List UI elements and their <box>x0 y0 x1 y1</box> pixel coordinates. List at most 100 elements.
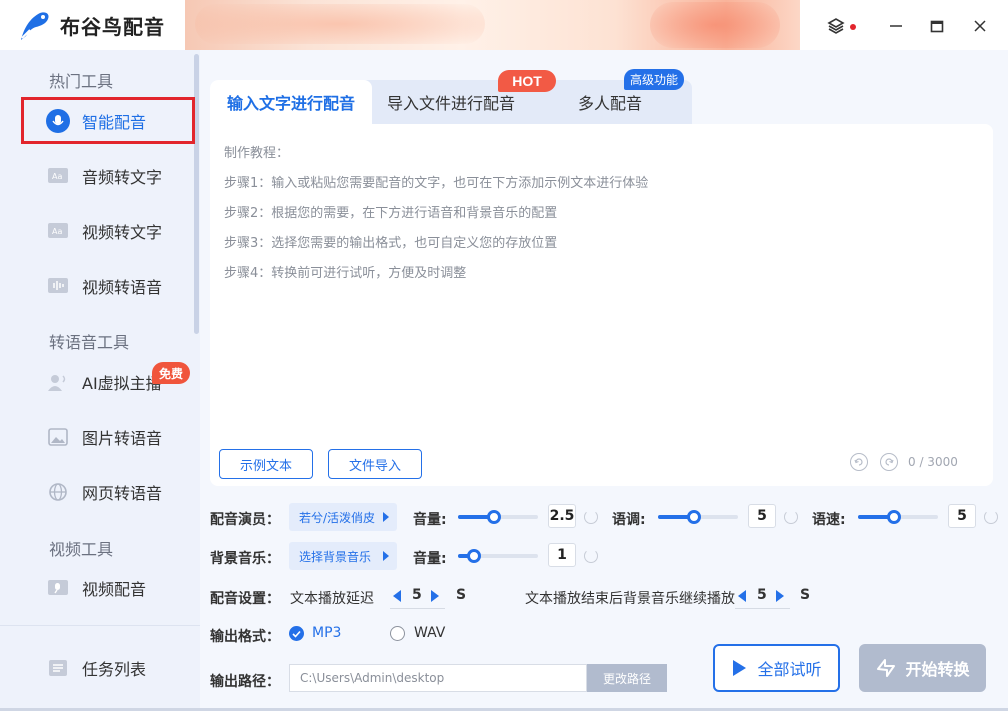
sidebar-item-task-list[interactable]: 任务列表 <box>46 648 196 688</box>
delay-unit: S <box>456 587 467 603</box>
play-icon <box>733 660 747 676</box>
free-badge: 免费 <box>152 362 190 384</box>
continue-value[interactable]: 5 <box>757 587 767 603</box>
format-label: 输出格式： <box>210 629 280 645</box>
preview-all-button[interactable]: 全部试听 <box>713 644 840 692</box>
video-text-icon: Aa <box>46 219 70 243</box>
minimize-icon[interactable] <box>884 14 908 38</box>
sidebar-item-smart-dub[interactable]: 智能配音 <box>46 101 196 141</box>
wav-radio[interactable] <box>390 626 405 641</box>
voice-label: 配音演员： <box>210 512 280 528</box>
sidebar-item-video-dub[interactable]: 视频配音 <box>46 568 196 608</box>
bgm-label: 背景音乐： <box>210 551 280 567</box>
pitch-value[interactable]: 5 <box>748 504 776 528</box>
sidebar-item-label: 智能配音 <box>82 113 147 132</box>
reset-icon[interactable] <box>584 549 598 563</box>
volume-thumb[interactable] <box>487 510 501 524</box>
voice-select[interactable]: 若兮/活泼俏皮 <box>289 503 397 531</box>
output-path-input[interactable]: C:\Users\Admin\desktop <box>289 664 587 692</box>
tab-input-text[interactable]: 输入文字进行配音 <box>210 80 372 124</box>
image-icon <box>46 425 70 449</box>
preview-all-label: 全部试听 <box>757 660 822 679</box>
svg-text:Aa: Aa <box>52 172 62 181</box>
chevron-right-icon <box>383 551 389 561</box>
speed-thumb[interactable] <box>887 510 901 524</box>
sidebar-item-label: 任务列表 <box>82 660 147 679</box>
start-convert-label: 开始转换 <box>905 660 970 679</box>
svg-text:Aa: Aa <box>52 227 62 236</box>
sidebar-item-video-to-text[interactable]: Aa 视频转文字 <box>46 211 196 251</box>
sidebar-item-label: 网页转语音 <box>82 484 163 503</box>
reset-icon[interactable] <box>584 510 598 524</box>
mic-icon <box>46 109 70 133</box>
pitch-label: 语调: <box>612 512 646 528</box>
convert-icon <box>877 659 896 677</box>
guide-title: 制作教程： <box>224 146 290 161</box>
globe-icon <box>46 480 70 504</box>
guide-step: 步骤1：输入或粘贴您需要配音的文字，也可在下方添加示例文本进行体验 <box>224 176 649 191</box>
sidebar-item-audio-to-text[interactable]: Aa 音频转文字 <box>46 156 196 196</box>
banner-decoration <box>650 2 780 48</box>
banner-decoration <box>195 4 485 44</box>
wav-label[interactable]: WAV <box>414 625 445 641</box>
bgm-volume-label: 音量: <box>413 551 447 567</box>
decrease-delay-icon[interactable] <box>393 590 401 602</box>
audio-text-icon: Aa <box>46 164 70 188</box>
speed-value[interactable]: 5 <box>948 504 976 528</box>
sidebar-item-label: 音频转文字 <box>82 168 163 187</box>
close-icon[interactable] <box>968 14 992 38</box>
undo-icon[interactable] <box>850 453 868 471</box>
guide-step: 步骤4：转换前可进行试听，方便及时调整 <box>224 266 467 281</box>
anchor-icon <box>46 370 70 394</box>
sidebar-item-label: 视频转文字 <box>82 223 163 242</box>
layers-icon[interactable] <box>824 14 848 38</box>
volume-value[interactable]: 2.5 <box>548 504 576 528</box>
dub-settings-label: 配音设置： <box>210 591 280 607</box>
hot-badge: HOT <box>498 70 556 92</box>
sidebar-item-label: 视频转语音 <box>82 278 163 297</box>
reset-icon[interactable] <box>984 510 998 524</box>
guide-step: 步骤2：根据您的需要，在下方进行语音和背景音乐的配置 <box>224 206 558 221</box>
char-count: 0 / 3000 <box>908 455 958 469</box>
increase-continue-icon[interactable] <box>776 590 784 602</box>
bgm-volume-value[interactable]: 1 <box>548 543 576 567</box>
section-voice-tools: 转语音工具 <box>49 333 130 352</box>
bgm-select[interactable]: 选择背景音乐 <box>289 542 397 570</box>
bird-logo-icon <box>18 10 52 42</box>
import-file-button[interactable]: 文件导入 <box>328 449 422 479</box>
delay-value[interactable]: 5 <box>412 587 422 603</box>
pitch-thumb[interactable] <box>687 510 701 524</box>
sidebar-item-label: 图片转语音 <box>82 429 163 448</box>
start-convert-button[interactable]: 开始转换 <box>859 644 986 692</box>
increase-delay-icon[interactable] <box>431 590 439 602</box>
task-list-icon <box>46 656 70 680</box>
change-path-button[interactable]: 更改路径 <box>587 664 667 692</box>
path-label: 输出路径： <box>210 674 280 690</box>
maximize-icon[interactable] <box>925 14 949 38</box>
redo-icon[interactable] <box>880 453 898 471</box>
sidebar-divider <box>0 625 200 626</box>
guide-step: 步骤3：选择您需要的输出格式，也可自定义您的存放位置 <box>224 236 558 251</box>
continue-underline <box>735 608 790 609</box>
section-video-tools: 视频工具 <box>49 540 114 559</box>
sidebar-item-label: AI虚拟主播 <box>82 374 162 393</box>
reset-icon[interactable] <box>784 510 798 524</box>
sidebar-item-video-to-voice[interactable]: 视频转语音 <box>46 266 196 306</box>
sidebar-item-image-to-voice[interactable]: 图片转语音 <box>46 417 196 457</box>
delay-underline <box>390 608 445 609</box>
video-voice-icon <box>46 274 70 298</box>
volume-label: 音量: <box>413 512 447 528</box>
continue-unit: S <box>800 587 811 603</box>
mp3-radio[interactable] <box>289 626 304 641</box>
mp3-label[interactable]: MP3 <box>312 625 341 641</box>
advanced-badge: 高级功能 <box>624 69 684 90</box>
voice-value: 若兮/活泼俏皮 <box>299 510 376 525</box>
bgm-value: 选择背景音乐 <box>299 549 372 564</box>
sample-text-button[interactable]: 示例文本 <box>219 449 313 479</box>
video-dub-icon <box>46 576 70 600</box>
bgm-volume-thumb[interactable] <box>467 549 481 563</box>
sidebar-item-web-to-voice[interactable]: 网页转语音 <box>46 472 196 512</box>
app-title: 布谷鸟配音 <box>60 15 165 39</box>
delay-label: 文本播放延迟 <box>290 591 374 607</box>
decrease-continue-icon[interactable] <box>738 590 746 602</box>
